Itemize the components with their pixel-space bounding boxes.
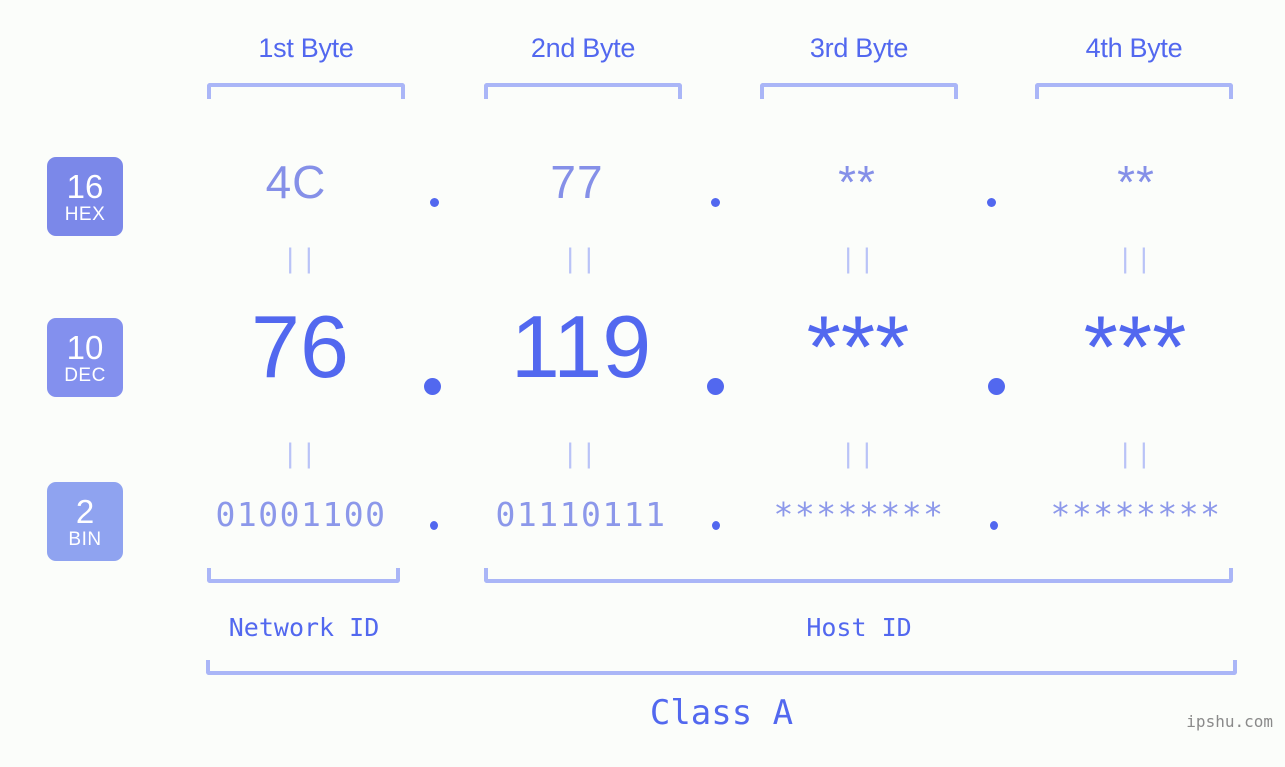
base-badge-dec-name: DEC: [64, 364, 106, 386]
network-id-bracket: [207, 568, 400, 583]
base-badge-bin: 2 BIN: [47, 482, 123, 561]
class-bracket: [206, 660, 1237, 675]
bin-dot-separator-3: [990, 521, 998, 530]
bin-dot-separator-1: [430, 521, 438, 530]
host-id-label: Host ID: [806, 613, 912, 642]
hex-dot-separator-2: [711, 198, 720, 207]
byte-bracket-top-2: [484, 83, 682, 99]
equality-separator-2-3: ||: [840, 439, 878, 469]
hex-byte-2: 77: [550, 156, 604, 208]
equality-separator-1-4: ||: [1117, 244, 1155, 274]
hex-byte-3: **: [838, 156, 876, 208]
base-badge-bin-name: BIN: [68, 528, 102, 550]
bin-dot-separator-2: [712, 521, 720, 530]
byte-header-3: 3rd Byte: [809, 33, 909, 63]
equality-separator-2-2: ||: [562, 439, 600, 469]
network-id-label: Network ID: [228, 613, 380, 642]
equality-separator-1-3: ||: [840, 244, 878, 274]
dec-byte-2: 119: [510, 297, 652, 396]
byte-header-4: 4th Byte: [1085, 33, 1183, 63]
hex-byte-1: 4C: [265, 156, 327, 208]
base-badge-hex-number: 16: [66, 167, 104, 205]
byte-bracket-top-4: [1035, 83, 1233, 99]
bin-byte-4: ********: [1050, 495, 1222, 534]
base-badge-bin-number: 2: [75, 492, 95, 530]
equality-separator-1-1: ||: [282, 244, 320, 274]
dec-dot-separator-1: [424, 378, 441, 395]
equality-separator-1-2: ||: [562, 244, 600, 274]
byte-bracket-top-1: [207, 83, 405, 99]
hex-byte-4: **: [1117, 156, 1155, 208]
base-badge-hex-name: HEX: [64, 203, 106, 225]
ip-byte-breakdown-diagram: 1st Byte 2nd Byte 3rd Byte 4th Byte 16 H…: [0, 0, 1285, 767]
dec-byte-1: 76: [251, 297, 349, 396]
watermark: ipshu.com: [1186, 712, 1273, 731]
equality-separator-2-4: ||: [1117, 439, 1155, 469]
host-id-bracket: [484, 568, 1233, 583]
equality-separator-2-1: ||: [282, 439, 320, 469]
base-badge-dec: 10 DEC: [47, 318, 123, 397]
hex-dot-separator-3: [987, 198, 996, 207]
dec-byte-4: ***: [1083, 297, 1187, 396]
base-badge-dec-number: 10: [66, 328, 104, 366]
byte-bracket-top-3: [760, 83, 958, 99]
dec-dot-separator-2: [707, 378, 724, 395]
bin-byte-1: 01001100: [215, 495, 387, 534]
byte-header-1: 1st Byte: [258, 33, 354, 63]
base-badge-hex: 16 HEX: [47, 157, 123, 236]
dec-byte-3: ***: [806, 297, 910, 396]
byte-header-2: 2nd Byte: [530, 33, 636, 63]
hex-dot-separator-1: [430, 198, 439, 207]
class-label: Class A: [649, 693, 794, 733]
bin-byte-3: ********: [773, 495, 945, 534]
bin-byte-2: 01110111: [495, 495, 667, 534]
dec-dot-separator-3: [988, 378, 1005, 395]
